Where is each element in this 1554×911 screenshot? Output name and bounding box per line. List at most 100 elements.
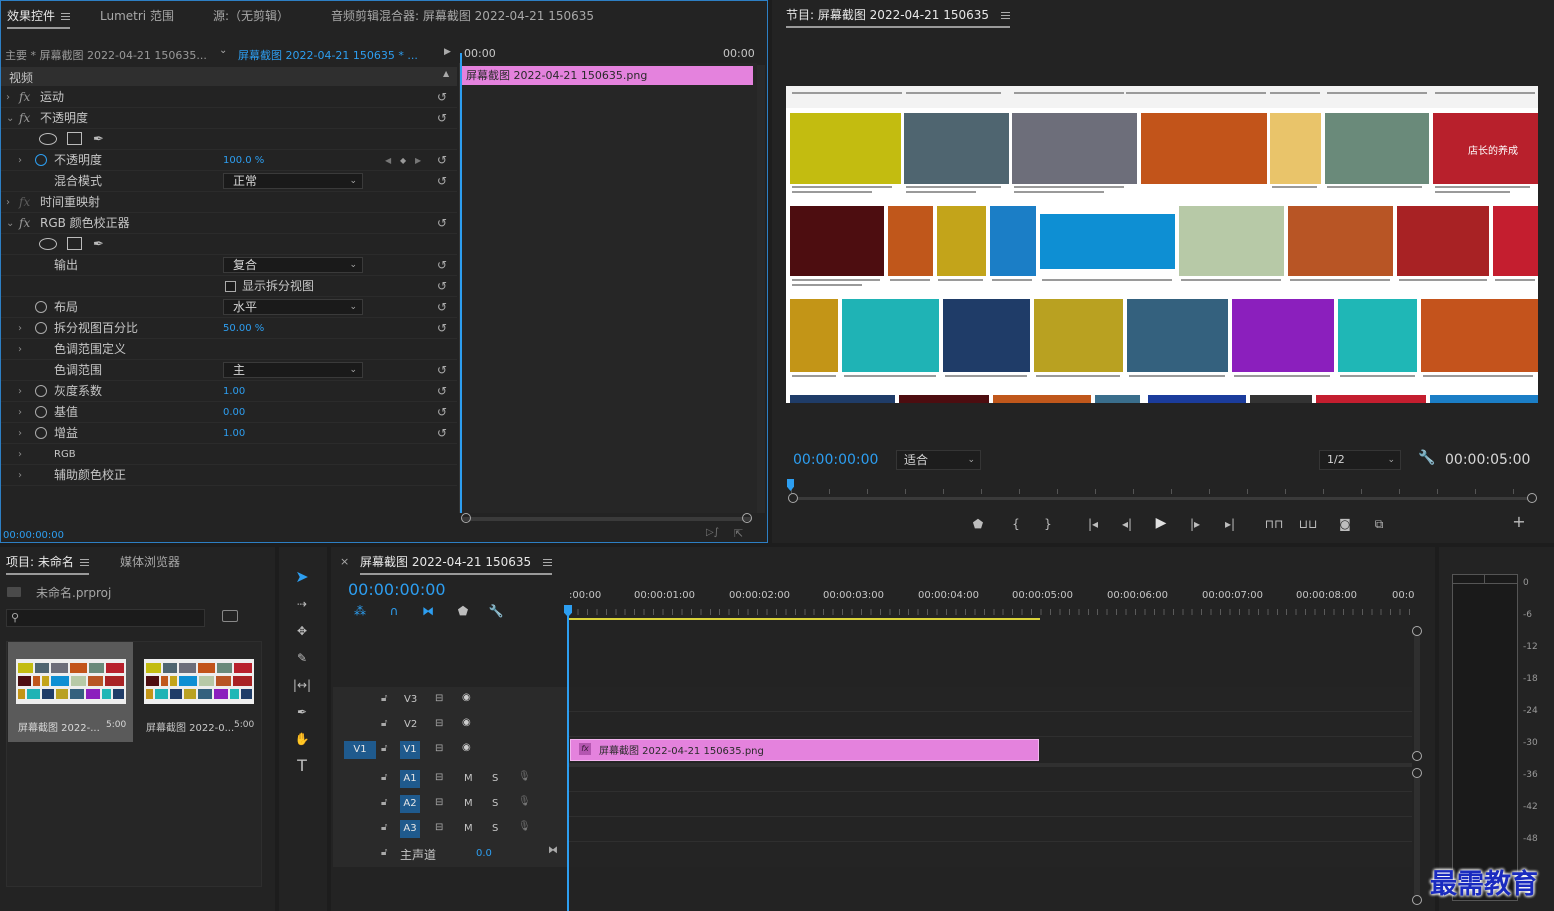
master-clip-label[interactable]: 主要 * 屏幕截图 2022-04-21 150635... [5,47,207,63]
mute-button[interactable]: M [464,773,473,784]
selection-tool-icon[interactable]: ➤ [291,569,313,585]
panel-menu-icon[interactable] [79,559,89,566]
tonal-range-dropdown[interactable]: 主 ⌄ [223,362,363,378]
reset-icon[interactable]: ↺ [437,423,447,444]
track-target-a1[interactable]: A1 [400,770,420,788]
mute-button[interactable]: M [464,823,473,834]
ec-timecode[interactable]: 00:00:00:00 [3,530,64,541]
chevron-right-icon[interactable]: › [18,423,22,444]
stopwatch-icon[interactable] [35,406,47,418]
eye-icon[interactable]: ◉ [462,717,471,728]
solo-button[interactable]: S [492,773,498,784]
chevron-right-icon[interactable]: › [18,444,22,465]
row-motion[interactable]: › fx 运动 ↺ [1,87,457,108]
lock-icon[interactable]: 🔓︎ [381,743,387,754]
mute-button[interactable]: M [464,798,473,809]
nest-toggle-icon[interactable]: ⁂ [352,603,368,619]
row-split-percent[interactable]: › 拆分视图百分比 50.00 % ↺ [1,318,457,339]
mark-out-icon[interactable]: } [1040,516,1056,532]
row-rgb-corrector[interactable]: ⌄ fx RGB 颜色校正器 ↺ [1,213,457,234]
track-area[interactable] [568,687,1412,867]
sync-lock-icon[interactable]: ⊟ [435,797,443,808]
reset-icon[interactable]: ↺ [437,87,447,108]
zoom-handle-right-icon[interactable] [742,513,752,523]
work-area-bar[interactable] [569,618,1040,620]
tab-source[interactable]: 源:（无剪辑） [213,1,289,31]
reset-icon[interactable]: ↺ [437,297,447,318]
step-back-icon[interactable]: ◂| [1118,516,1136,532]
chevron-right-icon[interactable]: › [18,339,22,360]
chevron-right-icon[interactable]: › [18,318,22,339]
reset-icon[interactable]: ↺ [437,108,447,129]
scroll-handle-icon[interactable] [1412,626,1422,636]
reset-icon[interactable]: ↺ [437,381,447,402]
timeline-timecode[interactable]: 00:00:00:00 [348,580,446,599]
solo-button[interactable]: S [492,798,498,809]
rect-mask-icon[interactable] [67,132,82,145]
microphone-icon[interactable]: 🎙︎ [518,771,531,782]
razor-tool-icon[interactable]: ✎ [291,650,313,666]
timeline-vscroll-video[interactable] [1414,630,1420,758]
play-only-icon[interactable]: ▶ [444,47,451,57]
resolution-dropdown[interactable]: 1/2 ⌄ [1319,450,1401,470]
linked-selection-icon[interactable]: ⧓ [420,603,436,619]
chevron-down-icon[interactable]: ⌄ [6,213,14,234]
lock-icon[interactable]: 🔓︎ [381,797,387,808]
sequence-clip-label[interactable]: 屏幕截图 2022-04-21 150635 * ... [238,47,418,63]
stopwatch-icon[interactable] [35,301,47,313]
ellipse-mask-icon[interactable] [39,133,57,145]
pen-mask-icon[interactable]: ✒ [93,234,104,255]
play-icon[interactable]: ▶ [1152,515,1170,531]
go-to-in-icon[interactable]: |◂ [1083,516,1103,532]
tab-audio-clip-mixer[interactable]: 音频剪辑混合器: 屏幕截图 2022-04-21 150635 [331,1,594,31]
chevron-right-icon[interactable]: › [18,150,22,171]
program-zoom-bar[interactable] [794,497,1532,500]
pen-mask-icon[interactable]: ✒ [93,129,104,150]
sync-lock-icon[interactable]: ⊟ [435,822,443,833]
wrench-icon[interactable]: 🔧 [1418,450,1435,466]
row-gain[interactable]: › 增益 1.00 ↺ [1,423,457,444]
microphone-icon[interactable]: 🎙︎ [518,821,531,832]
track-select-tool-icon[interactable]: ⇢ [291,596,313,612]
sync-lock-icon[interactable]: ⊟ [435,772,443,783]
chevron-down-icon[interactable]: ⌄ [6,108,14,129]
reset-icon[interactable]: ↺ [437,318,447,339]
chevron-right-icon[interactable]: › [18,402,22,423]
new-bin-icon[interactable] [222,610,238,622]
split-view-checkbox[interactable] [225,281,236,292]
project-item-selected[interactable]: 屏幕截图 2022-... 5:00 [8,642,133,742]
scroll-handle-icon[interactable] [1412,768,1422,778]
timeline-playhead[interactable] [567,605,569,911]
go-to-end-icon[interactable]: ⧓ [548,845,558,856]
close-icon[interactable]: × [340,555,349,568]
slip-tool-icon[interactable]: |↔| [291,677,313,693]
row-opacity-group[interactable]: ⌄ fx 不透明度 ↺ [1,108,457,129]
panel-menu-icon[interactable] [1001,12,1011,19]
export-frame-icon[interactable]: ◙ [1336,516,1354,532]
track-target-a2[interactable]: A2 [400,795,420,813]
snap-icon[interactable]: ∩ [386,603,402,619]
row-time-remap[interactable]: › fx 时间重映射 [1,192,457,213]
output-dropdown[interactable]: 复合 ⌄ [223,257,363,273]
fx-icon[interactable]: fx [19,213,30,234]
timeline-clip-v1[interactable]: fx 屏幕截图 2022-04-21 150635.png [570,739,1039,761]
rect-mask-icon[interactable] [67,237,82,250]
eye-icon[interactable]: ◉ [462,742,471,753]
row-gamma[interactable]: › 灰度系数 1.00 ↺ [1,381,457,402]
tab-effect-controls[interactable]: 效果控件 [7,1,71,31]
track-target-v1[interactable]: V1 [400,741,420,759]
lock-icon[interactable]: 🔓︎ [381,847,387,858]
stopwatch-icon[interactable] [35,154,47,166]
lock-icon[interactable]: 🔓︎ [381,822,387,833]
ec-vertical-scrollbar[interactable] [757,65,765,513]
extract-icon[interactable]: ⊔⊔ [1297,516,1319,532]
stopwatch-icon[interactable] [35,385,47,397]
reset-icon[interactable]: ↺ [437,360,447,381]
solo-button[interactable]: S [492,823,498,834]
lift-icon[interactable]: ⊓⊓ [1263,516,1285,532]
track-target-a3[interactable]: A3 [400,820,420,838]
chevron-right-icon[interactable]: › [18,381,22,402]
chevron-right-icon[interactable]: › [6,192,10,213]
lock-icon[interactable]: 🔓︎ [381,693,387,704]
step-forward-icon[interactable]: |▸ [1186,516,1204,532]
